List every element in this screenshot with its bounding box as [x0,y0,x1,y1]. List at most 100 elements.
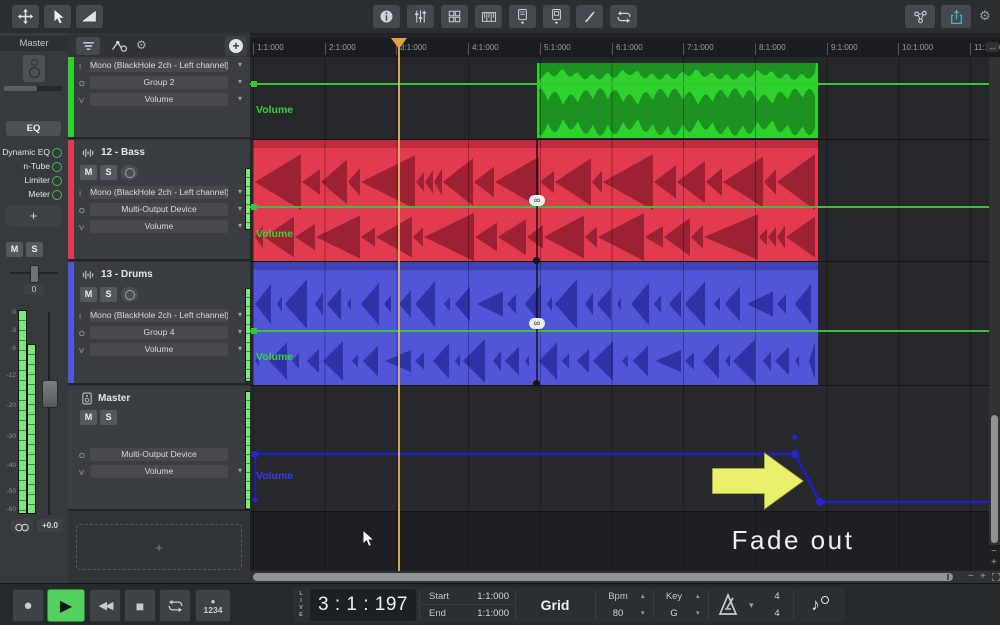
loop-marker-icon[interactable]: ∞ [529,318,545,329]
info-button[interactable] [373,5,400,28]
key-value[interactable]: G [654,608,694,619]
master-fader-handle[interactable] [42,380,58,408]
filter-tracks-button[interactable] [76,37,100,55]
automation-line-green-track[interactable] [250,83,1000,85]
input-select[interactable]: I Mono (BlackHole 2ch - Left channel) ▾ [68,186,250,200]
track-header-green[interactable]: I Mono (BlackHole 2ch - Left channel) ▾ … [68,57,250,139]
solo-button[interactable]: S [100,287,117,302]
vertical-scrollbar[interactable] [989,57,1000,545]
output-select[interactable]: O Group 2 ▾ [68,76,250,90]
edge-handle-dot[interactable] [533,257,540,264]
master-automation-curve[interactable] [250,386,1000,511]
vertical-scroll-thumb[interactable] [991,415,998,543]
mute-button[interactable]: M [80,410,97,425]
strip-slider[interactable] [4,86,62,91]
speaker-icon[interactable] [23,55,45,82]
zoom-out-button[interactable]: − [968,572,974,582]
routing-button[interactable] [905,5,935,28]
bpm-down-icon[interactable]: ▾ [641,610,645,617]
loop-marker-icon[interactable]: ∞ [529,195,545,206]
plugin-power-icon[interactable] [52,148,62,158]
automation-line-drums-track[interactable] [250,330,1000,332]
plugin-power-icon[interactable] [52,162,62,172]
output-select[interactable]: O Multi-Output Device ▾ [68,203,250,217]
automation-line-bass-track[interactable] [250,206,1000,208]
automation-param-select[interactable]: V Volume ▾ [68,220,250,234]
playhead-line[interactable] [398,38,400,571]
play-button[interactable]: ▶ [47,589,85,622]
automation-param-select[interactable]: V Volume ▾ [68,465,250,479]
bpm-value[interactable]: 80 [597,608,639,619]
solo-button[interactable]: S [100,165,117,180]
loop-button[interactable] [610,5,637,28]
move-tool-button[interactable] [12,5,39,28]
device-panel-2-button[interactable] [543,5,570,28]
count-in-button[interactable]: ● 1234 [195,589,231,622]
output-select[interactable]: O Group 4 ▾ [68,326,250,340]
master-gain-readout[interactable]: +0.0 [37,519,63,532]
stereo-link-button[interactable] [11,519,33,532]
add-track-drop-zone[interactable]: + [76,524,242,570]
playhead-marker[interactable] [391,38,407,49]
horizontal-scrollbar[interactable]: − + [250,571,1000,583]
loop-start-field[interactable]: Start 1:1:000 [421,589,513,605]
output-select[interactable]: O Multi-Output Device [68,448,250,462]
input-select[interactable]: I Mono (BlackHole 2ch - Left channel) ▾ [68,59,250,73]
mute-button[interactable]: M [80,165,97,180]
eq-plugin-button[interactable]: EQ [6,121,61,136]
mute-button[interactable]: M [80,287,97,302]
plugin-slot-n-tube[interactable]: n-Tube [0,160,66,173]
automation-point[interactable] [251,204,257,210]
settings-gear-icon[interactable]: ⚙ [979,8,991,24]
pan-slider-handle[interactable] [30,265,39,283]
clip-green-audio[interactable] [537,63,818,138]
track-header-drums[interactable]: 13 - Drums M S I Mono (BlackHole 2ch - L… [68,262,250,385]
master-mute-button[interactable]: M [6,242,23,257]
automation-param-select[interactable]: V Volume ▾ [68,93,250,107]
timeline-ruler[interactable]: 1:1:000 2:1:000 3:1:000 4:1:000 5:1:000 … [250,38,1000,58]
add-track-button[interactable]: + [225,36,247,56]
automation-param-select[interactable]: V Volume ▾ [68,343,250,357]
key-control[interactable]: Key G [654,587,694,619]
share-button[interactable] [941,5,971,28]
plugin-rack-button[interactable] [441,5,468,28]
automation-mode-button[interactable] [110,38,129,59]
bpm-up-icon[interactable]: ▴ [641,593,645,600]
master-solo-button[interactable]: S [26,242,43,257]
record-arm-button[interactable] [121,287,138,302]
plugin-slot-meter[interactable]: Meter [0,188,66,201]
edit-pencil-button[interactable] [576,5,603,28]
piano-roll-button[interactable] [475,5,502,28]
plugin-slot-dynamic-eq[interactable]: Dynamic EQ [0,146,66,159]
solo-button[interactable]: S [100,410,117,425]
time-display[interactable]: 3 : 1 : 197 [310,589,416,621]
pointer-tool-button[interactable] [44,5,71,28]
time-signature-control[interactable]: 4 4 [765,587,789,619]
record-button[interactable]: ● [12,589,44,622]
horizontal-scroll-thumb[interactable] [253,573,953,581]
loop-end-field[interactable]: End 1:1:000 [421,605,513,620]
track-settings-gear-icon[interactable]: ⚙ [136,38,147,52]
input-select[interactable]: I Mono (BlackHole 2ch - Left channel) ▾ [68,309,250,323]
add-plugin-button[interactable]: + [6,205,61,226]
device-panel-button[interactable] [509,5,536,28]
bpm-control[interactable]: Bpm 80 [597,587,639,619]
automation-point[interactable] [251,328,257,334]
record-arm-button[interactable] [121,165,138,180]
automation-point[interactable] [251,81,257,87]
ruler-resize-icon[interactable]: ↔ [986,42,999,52]
plugin-slot-limiter[interactable]: Limiter [0,174,66,187]
v-zoom-out-button[interactable]: − [991,547,997,557]
expand-icon[interactable] [992,573,1000,581]
track-header-master[interactable]: Master M S O Multi-Output Device V Volum… [68,386,250,511]
stop-button[interactable]: ■ [124,589,156,622]
start-value[interactable]: 1:1:000 [477,591,509,602]
plugin-power-icon[interactable] [52,176,62,186]
plugin-power-icon[interactable] [52,190,62,200]
key-down-icon[interactable]: ▾ [696,610,700,617]
metronome-button[interactable] [715,592,741,623]
metronome-chevron-icon[interactable]: ▾ [749,600,754,611]
key-up-icon[interactable]: ▴ [696,593,700,600]
fade-tool-button[interactable] [76,5,103,28]
end-value[interactable]: 1:1:000 [477,608,509,619]
